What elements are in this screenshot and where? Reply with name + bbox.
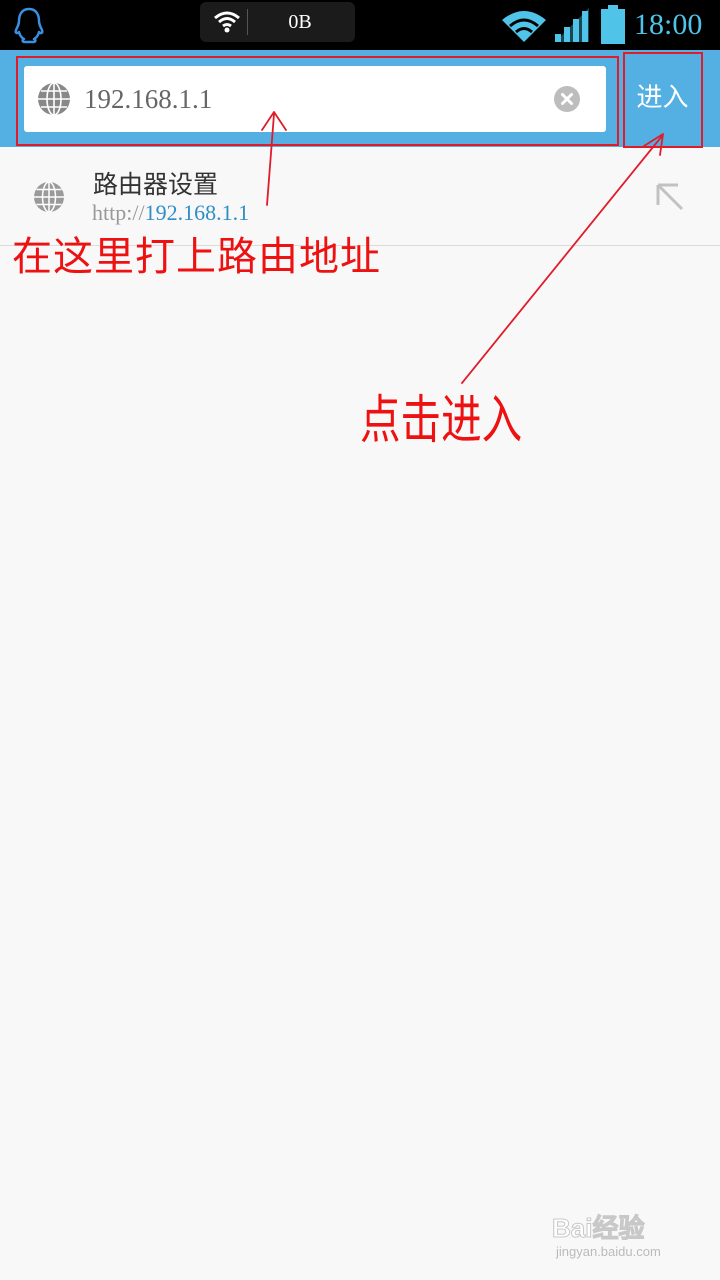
annotation-arrows (261, 111, 664, 384)
browser-screen: 0B 18:00 192.168.1.1 进入 路由器设置 http://192… (0, 0, 720, 1280)
annotation-enter-hint: 点击进入 (360, 391, 523, 451)
watermark-site: jingyan.baidu.com (556, 1244, 661, 1259)
baidu-jingyan-watermark: Bai经验 jingyan.baidu.com (551, 1208, 712, 1268)
watermark-brand: Bai经验 (551, 1213, 645, 1244)
arrow-to-enter (461, 135, 663, 384)
arrow-to-input (266, 113, 275, 206)
annotation-input-hint: 在这里打上路由地址 (12, 234, 381, 280)
